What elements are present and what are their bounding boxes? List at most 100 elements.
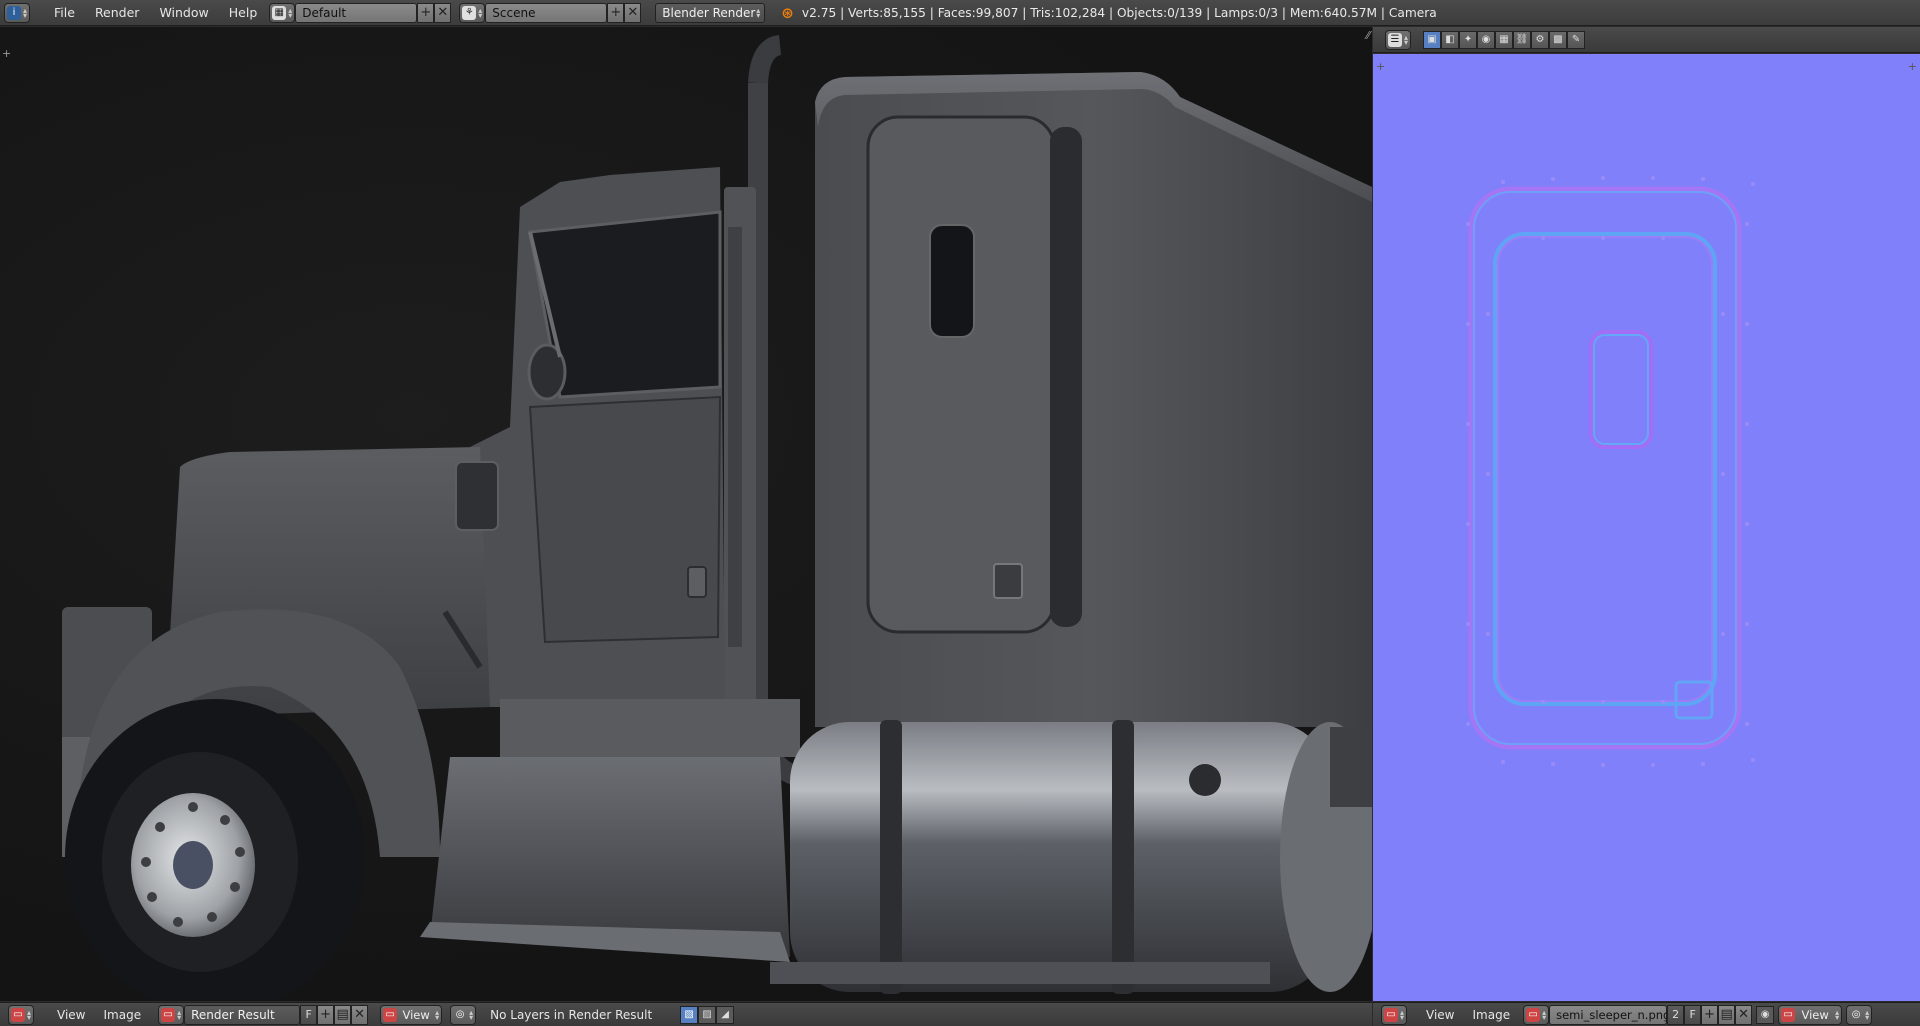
updown-arrows-icon: ▴ ▾ xyxy=(435,1007,440,1022)
image-editor-header-left: ▭ ▴ ▾ View Image ▭ ▴ ▾ Render Result F + ▤… xyxy=(0,1002,1372,1026)
unlink-image-button[interactable]: ✕ xyxy=(1735,1004,1753,1025)
image-browse-icon: ▭ xyxy=(1526,1007,1541,1022)
view-mode-label: View xyxy=(1801,1007,1829,1022)
constraints-tab-icon[interactable]: ⛓ xyxy=(1513,30,1532,49)
image-editor-icon: ▭ xyxy=(11,1007,25,1022)
normal-map-texture xyxy=(1373,54,1920,1001)
image-name-field[interactable]: semi_sleeper_n.png xyxy=(1549,1004,1670,1025)
updown-arrows-icon: ▴ ▾ xyxy=(1542,1007,1547,1022)
image-editor-icon: ▭ xyxy=(1781,1007,1796,1022)
close-x-icon: ✕ xyxy=(1738,1007,1750,1022)
close-x-icon: ✕ xyxy=(627,5,639,20)
delete-screen-button[interactable]: ✕ xyxy=(434,2,452,23)
pivot-icon: ◎ xyxy=(1851,1009,1861,1020)
menu-image[interactable]: Image xyxy=(95,1008,151,1022)
texture-tab-icon[interactable]: ▩ xyxy=(1549,30,1568,49)
image-browse-button[interactable]: ▭ ▴ ▾ xyxy=(1523,1004,1550,1025)
menu-render[interactable]: Render xyxy=(85,5,150,20)
normal-map-image[interactable]: + + xyxy=(1373,54,1920,1001)
display-alpha-icon[interactable]: ▨ xyxy=(698,1005,717,1024)
display-color-alpha-icon[interactable]: ▧ xyxy=(680,1005,699,1024)
image-editor-icon: ▭ xyxy=(1384,1007,1398,1022)
updown-arrows-icon: ▴ ▾ xyxy=(23,5,28,20)
pin-image-icon[interactable]: ◉ xyxy=(1756,1005,1775,1024)
plus-icon: + xyxy=(420,5,432,20)
menu-view[interactable]: View xyxy=(48,1008,94,1022)
image-editor-header: ☰ ▴ ▾ ▣ ◧ ✦ ◉ ▦ ⛓ ⚙ ▩ ✎ xyxy=(1373,27,1920,53)
object-tab-icon[interactable]: ▦ xyxy=(1495,30,1514,49)
editor-type-button[interactable]: ▭ ▴ ▾ xyxy=(1381,1004,1408,1025)
open-image-button[interactable]: ▤ xyxy=(334,1004,352,1025)
view-mode-dropdown[interactable]: ▭ View ▴ ▾ xyxy=(380,1004,443,1025)
image-browse-button[interactable]: ▭ ▴ ▾ xyxy=(158,1004,185,1025)
editor-type-button[interactable]: i ▴ ▾ xyxy=(4,2,31,23)
delete-scene-button[interactable]: ✕ xyxy=(624,2,642,23)
image-editor-header-right: ▭ ▴ ▾ View Image ▭ ▴ ▾ semi_sleeper_n.png … xyxy=(1373,1002,1920,1026)
editor-type-button[interactable]: ☰ ▴ ▾ xyxy=(1385,29,1412,50)
properties-icon: ☰ xyxy=(1388,32,1402,47)
updown-arrows-icon: ▴ ▾ xyxy=(177,1007,182,1022)
render-engine-label: Blender Render xyxy=(662,5,756,20)
updown-arrows-icon: ▴ ▾ xyxy=(27,1007,32,1022)
scene-browse-button[interactable]: ⚘ ▴ ▾ xyxy=(459,2,486,23)
render-tab-icon[interactable]: ▣ xyxy=(1423,30,1442,49)
plus-icon: + xyxy=(610,5,622,20)
new-image-button[interactable]: + xyxy=(317,1004,335,1025)
image-users-count[interactable]: 2 xyxy=(1667,1004,1685,1025)
info-header: i ▴ ▾ File Render Window Help ▦ ▴ ▾ Defaul… xyxy=(0,0,1920,26)
fake-user-toggle[interactable]: F xyxy=(300,1004,318,1025)
editor-type-button[interactable]: ▭ ▴ ▾ xyxy=(8,1004,35,1025)
render-result-viewport[interactable]: + ⁄⁄ xyxy=(0,27,1372,1001)
folder-icon: ▤ xyxy=(1720,1007,1733,1022)
plus-icon: + xyxy=(320,1007,332,1022)
area-split-corner-topleft[interactable]: + xyxy=(2,47,11,60)
menu-window[interactable]: Window xyxy=(149,5,218,20)
open-image-button[interactable]: ▤ xyxy=(1718,1004,1736,1025)
updown-arrows-icon: ▴ ▾ xyxy=(1865,1007,1870,1022)
screen-layout-browse-button[interactable]: ▦ ▴ ▾ xyxy=(269,2,296,23)
unlink-image-button[interactable]: ✕ xyxy=(351,1004,369,1025)
updown-arrows-icon: ▴ ▾ xyxy=(288,5,293,20)
menu-view[interactable]: View xyxy=(1417,1008,1463,1022)
menu-file[interactable]: File xyxy=(44,5,85,20)
area-split-corner-left[interactable]: + xyxy=(1376,60,1385,73)
updown-arrows-icon: ▴ ▾ xyxy=(1404,32,1409,47)
updown-arrows-icon: ▴ ▾ xyxy=(756,5,761,20)
area-split-corner-topright[interactable]: ⁄⁄ xyxy=(1366,29,1370,42)
updown-arrows-icon: ▴ ▾ xyxy=(1835,1007,1840,1022)
plus-icon: + xyxy=(1704,1007,1716,1022)
pivot-icon: ◎ xyxy=(455,1009,465,1020)
add-screen-button[interactable]: + xyxy=(417,2,435,23)
truck-render-image xyxy=(62,35,1372,1001)
close-x-icon: ✕ xyxy=(437,5,449,20)
add-scene-button[interactable]: + xyxy=(607,2,625,23)
physics-tab-icon[interactable]: ✎ xyxy=(1567,30,1586,49)
blender-logo-icon: ⊛ xyxy=(781,3,794,22)
pivot-dropdown[interactable]: ◎ ▴ ▾ xyxy=(1846,1004,1873,1025)
fake-user-toggle[interactable]: F xyxy=(1684,1004,1702,1025)
menu-image[interactable]: Image xyxy=(1464,1008,1520,1022)
area-split-corner-right[interactable]: + xyxy=(1908,60,1917,73)
modifiers-tab-icon[interactable]: ⚙ xyxy=(1531,30,1550,49)
image-name-field[interactable]: Render Result xyxy=(184,1004,301,1025)
screen-layout-icon: ▦ xyxy=(272,5,287,20)
close-x-icon: ✕ xyxy=(354,1007,366,1022)
view-mode-dropdown[interactable]: ▭ View ▴ ▾ xyxy=(1778,1004,1843,1025)
scene-field[interactable]: Sccene xyxy=(485,2,608,23)
image-browse-icon: ▭ xyxy=(161,1007,176,1022)
updown-arrows-icon: ▴ ▾ xyxy=(478,5,483,20)
world-tab-icon[interactable]: ◉ xyxy=(1477,30,1496,49)
new-image-button[interactable]: + xyxy=(1701,1004,1719,1025)
updown-arrows-icon: ▴ ▾ xyxy=(469,1007,474,1022)
menu-help[interactable]: Help xyxy=(219,5,268,20)
render-layers-note: No Layers in Render Result xyxy=(490,1007,653,1022)
screen-layout-field[interactable]: Default xyxy=(295,2,418,23)
view-mode-label: View xyxy=(402,1007,430,1022)
render-engine-dropdown[interactable]: Blender Render ▴ ▾ xyxy=(655,2,766,23)
render-layers-tab-icon[interactable]: ◧ xyxy=(1441,30,1460,49)
image-editor-icon: ▭ xyxy=(383,1007,398,1022)
scene-tab-icon[interactable]: ✦ xyxy=(1459,30,1478,49)
display-zbuffer-icon[interactable]: ◢ xyxy=(716,1005,735,1024)
pivot-dropdown[interactable]: ◎ ▴ ▾ xyxy=(450,1004,477,1025)
info-icon: i xyxy=(7,5,21,20)
